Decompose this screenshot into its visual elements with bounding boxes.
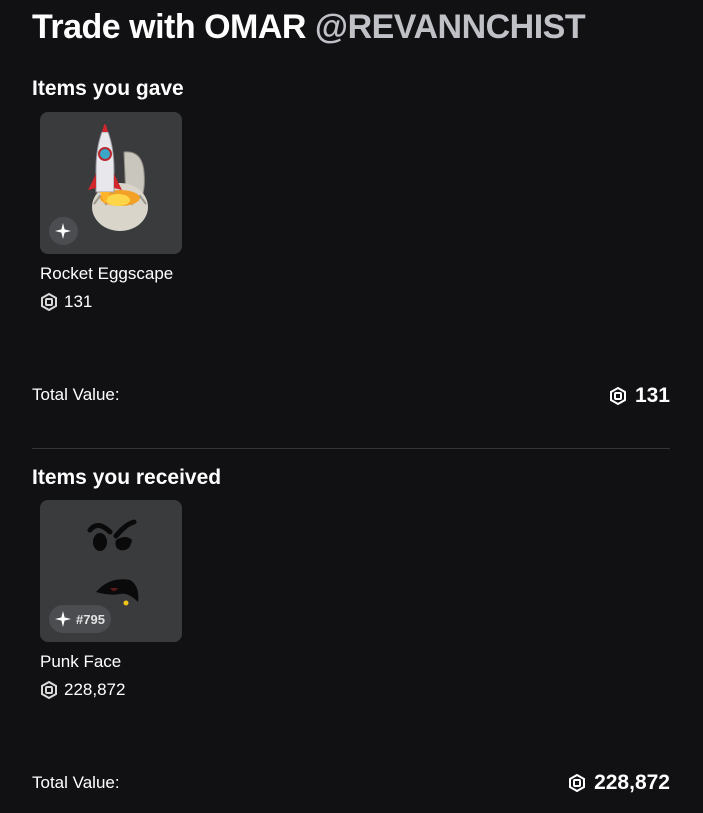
page-title: Trade with OMAR @REVANNCHIST — [32, 8, 586, 47]
total-value-received-amount: 228,872 — [594, 771, 670, 794]
limited-sparkle-icon — [55, 223, 71, 239]
item-price-value: 131 — [64, 292, 93, 311]
robux-icon — [609, 387, 626, 405]
total-value-received: 228,872 — [568, 771, 670, 795]
serial-number: #795 — [76, 611, 105, 627]
item-card-punk-face[interactable]: #795 Punk Face 228,872 — [40, 500, 182, 700]
total-value-gave: 131 — [609, 384, 670, 408]
trade-title: Trade with OMAR — [32, 8, 306, 46]
robux-icon — [41, 293, 57, 311]
section-heading-gave: Items you gave — [32, 77, 184, 100]
total-label-received: Total Value: — [32, 773, 120, 792]
item-thumbnail[interactable] — [40, 112, 182, 254]
robux-icon — [569, 774, 586, 792]
limited-badge — [49, 217, 78, 245]
limited-sparkle-icon — [55, 611, 71, 627]
section-heading-received: Items you received — [32, 466, 222, 489]
item-price: 131 — [40, 292, 182, 312]
item-card-rocket-eggscape[interactable]: Rocket Eggscape 131 — [40, 112, 182, 312]
section-divider — [32, 448, 670, 449]
limited-badge: #795 — [49, 605, 111, 633]
username[interactable]: @REVANNCHIST — [315, 8, 586, 46]
item-price-value: 228,872 — [64, 680, 126, 699]
total-value-gave-amount: 131 — [634, 384, 670, 407]
item-thumbnail[interactable]: #795 — [40, 500, 182, 642]
total-label-gave: Total Value: — [32, 385, 120, 404]
robux-icon — [41, 681, 57, 699]
item-name[interactable]: Rocket Eggscape — [40, 264, 182, 284]
item-name[interactable]: Punk Face — [40, 652, 182, 672]
item-price: 228,872 — [40, 680, 182, 700]
